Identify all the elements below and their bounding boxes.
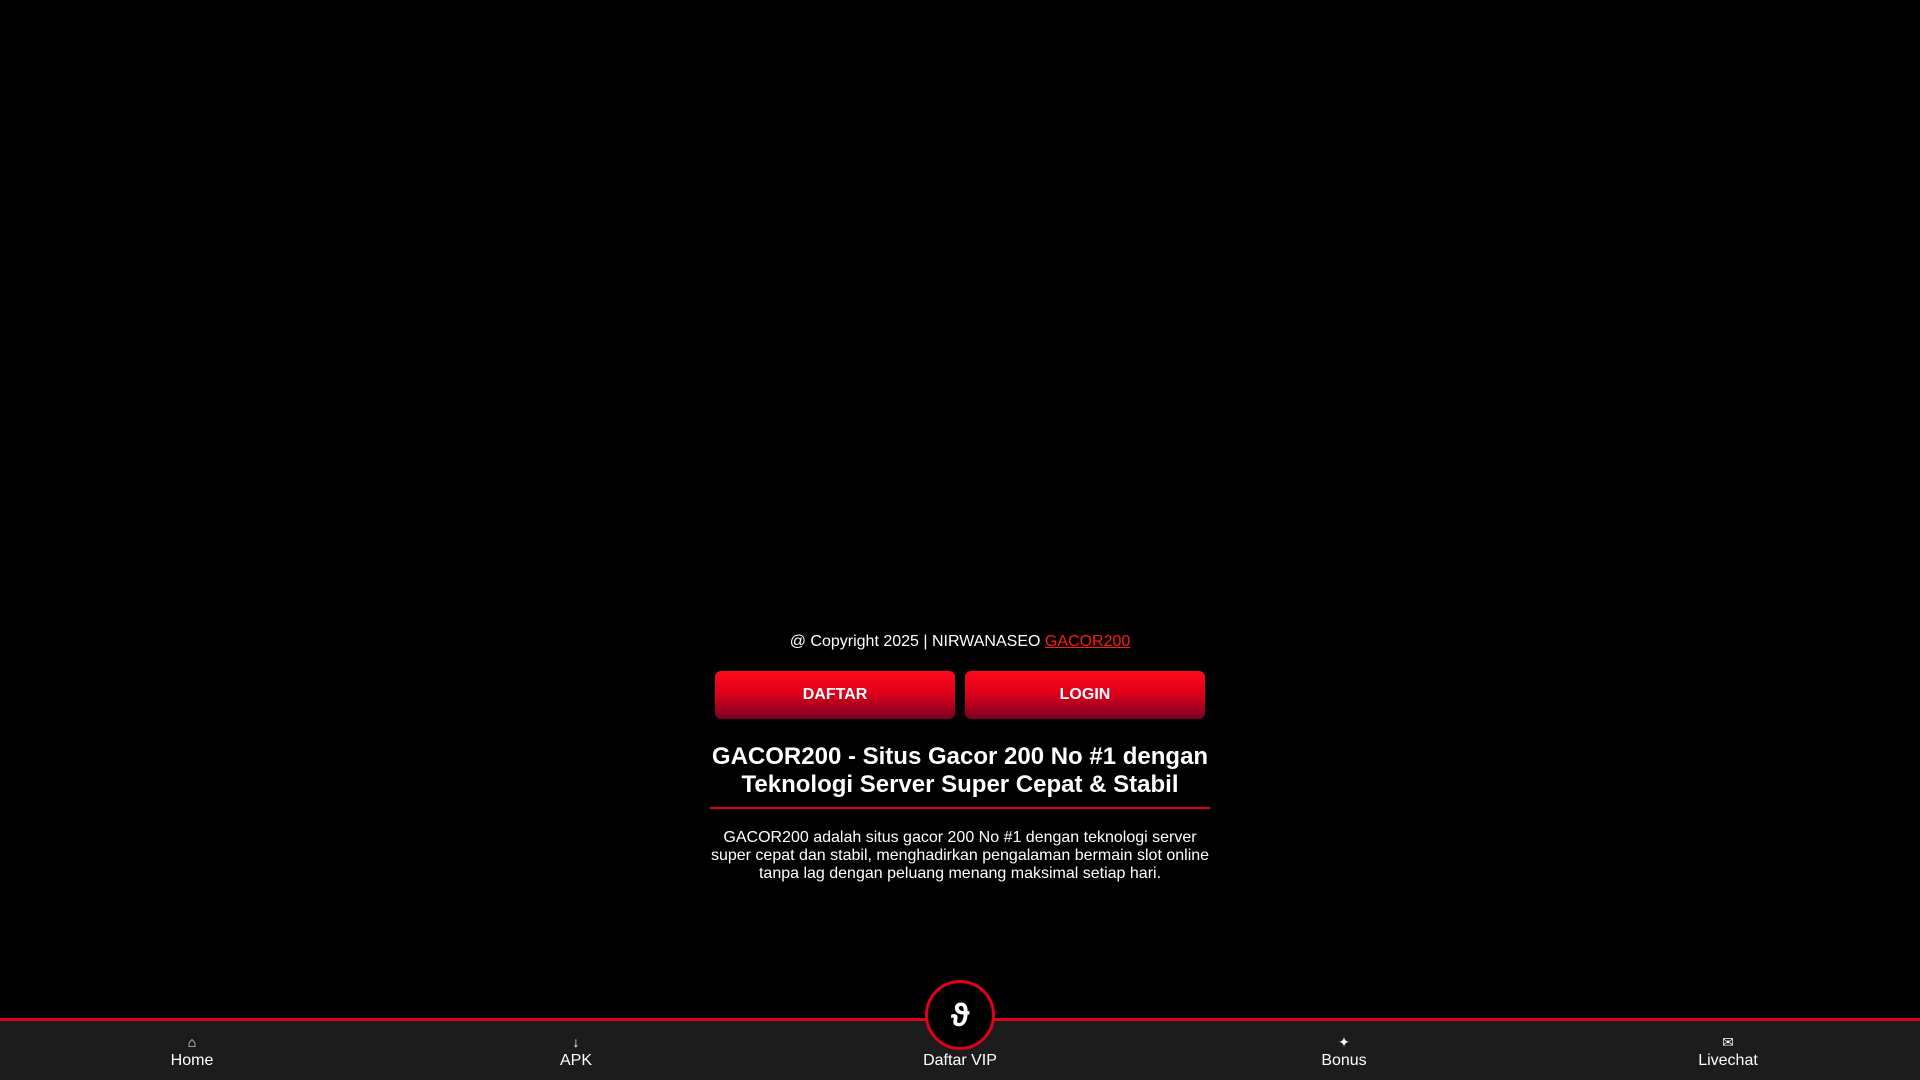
gift-icon: ✦ — [1338, 1034, 1350, 1050]
home-icon: ⌂ — [187, 1034, 197, 1050]
nav-item-home[interactable]: ⌂ Home — [92, 1021, 292, 1080]
vip-icon: ϑ — [950, 997, 970, 1033]
nav-label-home: Home — [170, 1052, 214, 1069]
daftar-button[interactable]: DAFTAR — [715, 671, 955, 719]
nav-item-livechat[interactable]: ✉ Livechat — [1628, 1021, 1828, 1080]
description-text: GACOR200 adalah situs gacor 200 No #1 de… — [710, 829, 1210, 882]
vip-button[interactable]: ϑ — [925, 980, 995, 1050]
main-content: @ Copyright 2025 | NIRWANASEO GACOR200 D… — [710, 630, 1210, 883]
nav-item-apk[interactable]: ↓ APK — [476, 1021, 676, 1080]
copyright-prefix: @ Copyright 2025 | NIRWANASEO — [789, 633, 1045, 650]
chat-icon: ✉ — [1722, 1034, 1734, 1050]
login-button[interactable]: LOGIN — [965, 671, 1205, 719]
copyright-text: @ Copyright 2025 | NIRWANASEO GACOR200 — [710, 632, 1210, 652]
page: @ Copyright 2025 | NIRWANASEO GACOR200 D… — [0, 0, 1920, 1080]
headline-line-2: Teknologi Server Super Cepat & Stabil — [741, 771, 1179, 798]
auth-buttons: DAFTAR LOGIN — [715, 671, 1205, 719]
nav-item-bonus[interactable]: ✦ Bonus — [1244, 1021, 1444, 1080]
nav-label-daftar-vip: Daftar VIP — [923, 1052, 997, 1069]
nav-label-livechat: Livechat — [1698, 1052, 1758, 1069]
download-icon: ↓ — [572, 1034, 580, 1050]
page-headline: GACOR200 - Situs Gacor 200 No #1 dengan … — [710, 743, 1210, 809]
headline-line-1: GACOR200 - Situs Gacor 200 No #1 dengan — [711, 743, 1209, 770]
nav-label-apk: APK — [559, 1052, 592, 1069]
copyright-link[interactable]: GACOR200 — [1045, 633, 1130, 650]
nav-label-bonus: Bonus — [1321, 1052, 1367, 1069]
